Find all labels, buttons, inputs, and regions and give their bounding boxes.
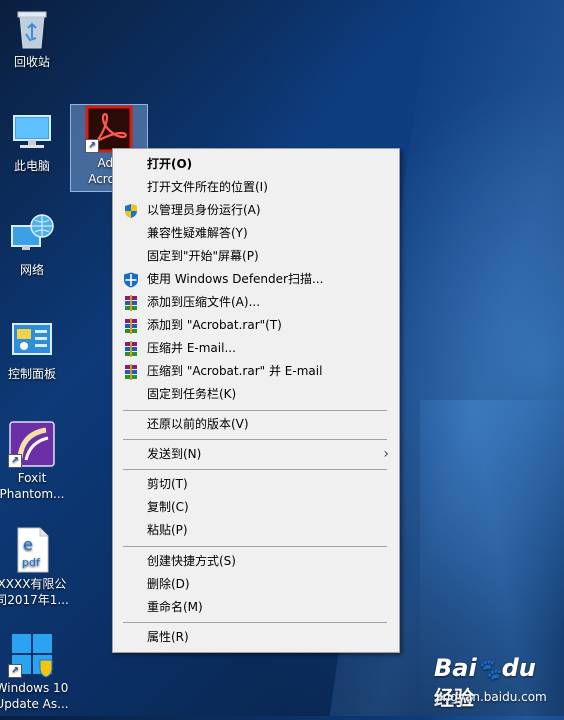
menu-item-add-to-archive[interactable]: 添加到压缩文件(A)... xyxy=(113,291,399,314)
menu-separator xyxy=(123,622,387,623)
menu-item-copy[interactable]: 复制(C) xyxy=(113,496,399,519)
desktop-icon-this-pc[interactable]: 此电脑 xyxy=(0,108,70,174)
menu-item-restore-previous-versions[interactable]: 还原以前的版本(V) xyxy=(113,413,399,436)
menu-item-compatibility-troubleshoot[interactable]: 兼容性疑难解答(Y) xyxy=(113,222,399,245)
menu-item-label: 还原以前的版本(V) xyxy=(147,417,249,431)
desktop-icon-label: 网络 xyxy=(19,263,44,277)
watermark-url: jingyan.baidu.com xyxy=(436,690,547,704)
menu-item-label: 属性(R) xyxy=(147,630,189,644)
menu-item-label: 压缩并 E-mail... xyxy=(147,341,236,355)
menu-item-rename[interactable]: 重命名(M) xyxy=(113,596,399,619)
computer-icon xyxy=(8,108,56,156)
menu-separator xyxy=(123,546,387,547)
menu-item-send-to[interactable]: 发送到(N) › xyxy=(113,443,399,466)
svg-text:e: e xyxy=(23,535,33,554)
menu-item-open[interactable]: 打开(O) xyxy=(113,153,399,176)
windows-defender-icon xyxy=(123,272,139,288)
winrar-icon xyxy=(123,364,139,380)
menu-item-add-to-acrobat-rar[interactable]: 添加到 "Acrobat.rar"(T) xyxy=(113,314,399,337)
adobe-acrobat-icon: ↗ xyxy=(85,105,133,153)
recycle-bin-icon xyxy=(8,4,56,52)
menu-item-pin-to-taskbar[interactable]: 固定到任务栏(K) xyxy=(113,383,399,406)
menu-separator xyxy=(123,469,387,470)
shortcut-arrow-icon: ↗ xyxy=(8,664,22,678)
menu-item-label: 兼容性疑难解答(Y) xyxy=(147,226,248,240)
shortcut-arrow-icon: ↗ xyxy=(85,139,99,153)
menu-item-windows-defender-scan[interactable]: 使用 Windows Defender扫描... xyxy=(113,268,399,291)
desktop-icon-label: 司2017年1... xyxy=(0,593,69,607)
menu-item-label: 创建快捷方式(S) xyxy=(147,554,236,568)
menu-item-label: 重命名(M) xyxy=(147,600,203,614)
winrar-icon xyxy=(123,318,139,334)
windows-logo-icon: ↗ xyxy=(8,630,56,678)
menu-item-label: 删除(D) xyxy=(147,577,190,591)
foxit-phantom-icon: ↗ xyxy=(8,420,56,468)
winrar-icon xyxy=(123,341,139,357)
menu-item-label: 发送到(N) xyxy=(147,447,202,461)
network-icon xyxy=(8,212,56,260)
desktop-icon-label: 此电脑 xyxy=(13,159,50,173)
menu-item-label: 剪切(T) xyxy=(147,477,188,491)
menu-item-paste[interactable]: 粘贴(P) xyxy=(113,519,399,542)
menu-separator xyxy=(123,439,387,440)
desktop-icon-control-panel[interactable]: 控制面板 xyxy=(0,316,70,382)
menu-item-open-file-location[interactable]: 打开文件所在的位置(I) xyxy=(113,176,399,199)
menu-separator xyxy=(123,410,387,411)
menu-item-run-as-administrator[interactable]: 以管理员身份运行(A) xyxy=(113,199,399,222)
context-menu: 打开(O) 打开文件所在的位置(I) 以管理员身份运行(A) 兼容性疑难解答(Y… xyxy=(112,148,400,653)
shortcut-arrow-icon: ↗ xyxy=(8,454,22,468)
baidu-jingyan-watermark: Bai🐾du 经验 jingyan.baidu.com xyxy=(434,652,558,712)
menu-item-label: 使用 Windows Defender扫描... xyxy=(147,272,324,286)
menu-item-properties[interactable]: 属性(R) xyxy=(113,626,399,649)
winrar-icon xyxy=(123,295,139,311)
pdf-file-icon: e pdf xyxy=(8,526,56,574)
menu-item-label: 固定到任务栏(K) xyxy=(147,387,237,401)
desktop-icon-network[interactable]: 网络 xyxy=(0,212,70,278)
menu-item-label: 复制(C) xyxy=(147,500,189,514)
menu-item-compress-to-acrobat-rar-and-email[interactable]: 压缩到 "Acrobat.rar" 并 E-mail xyxy=(113,360,399,383)
menu-item-label: 以管理员身份运行(A) xyxy=(147,203,261,217)
menu-item-label: 打开文件所在的位置(I) xyxy=(147,180,268,194)
uac-shield-icon xyxy=(123,203,139,219)
paw-icon: 🐾 xyxy=(476,657,502,681)
desktop-icon-label: Windows 10 xyxy=(0,681,69,695)
desktop-icon-label: 控制面板 xyxy=(7,367,56,381)
menu-item-delete[interactable]: 删除(D) xyxy=(113,573,399,596)
desktop-icon-label: XXXX有限公 xyxy=(0,577,67,591)
control-panel-icon xyxy=(8,316,56,364)
menu-item-pin-to-start[interactable]: 固定到"开始"屏幕(P) xyxy=(113,245,399,268)
menu-item-label: 固定到"开始"屏幕(P) xyxy=(147,249,259,263)
menu-item-label: 添加到 "Acrobat.rar"(T) xyxy=(147,318,282,332)
desktop-icon-label: Update As... xyxy=(0,697,69,711)
desktop-icon-pdf-document[interactable]: e pdf XXXX有限公 司2017年1... xyxy=(0,526,70,608)
menu-item-label: 压缩到 "Acrobat.rar" 并 E-mail xyxy=(147,364,323,378)
desktop-icon-foxit-phantom[interactable]: ↗ Foxit Phantom... xyxy=(0,420,70,502)
desktop-icon-windows-update-assistant[interactable]: ↗ Windows 10 Update As... xyxy=(0,630,70,712)
desktop-icon-label: 回收站 xyxy=(13,55,50,69)
watermark-brand: Bai xyxy=(434,654,477,682)
chevron-right-icon: › xyxy=(383,446,389,462)
watermark-brand-suffix: du xyxy=(501,654,536,682)
menu-item-compress-and-email[interactable]: 压缩并 E-mail... xyxy=(113,337,399,360)
menu-item-create-shortcut[interactable]: 创建快捷方式(S) xyxy=(113,550,399,573)
desktop-icon-label: Foxit xyxy=(17,471,47,485)
svg-text:pdf: pdf xyxy=(22,556,41,569)
menu-item-label: 粘贴(P) xyxy=(147,523,188,537)
menu-item-label: 打开(O) xyxy=(147,157,193,171)
menu-item-label: 添加到压缩文件(A)... xyxy=(147,295,261,309)
menu-item-cut[interactable]: 剪切(T) xyxy=(113,473,399,496)
desktop-icon-recycle-bin[interactable]: 回收站 xyxy=(0,4,70,70)
desktop-icon-label: Phantom... xyxy=(0,487,65,501)
